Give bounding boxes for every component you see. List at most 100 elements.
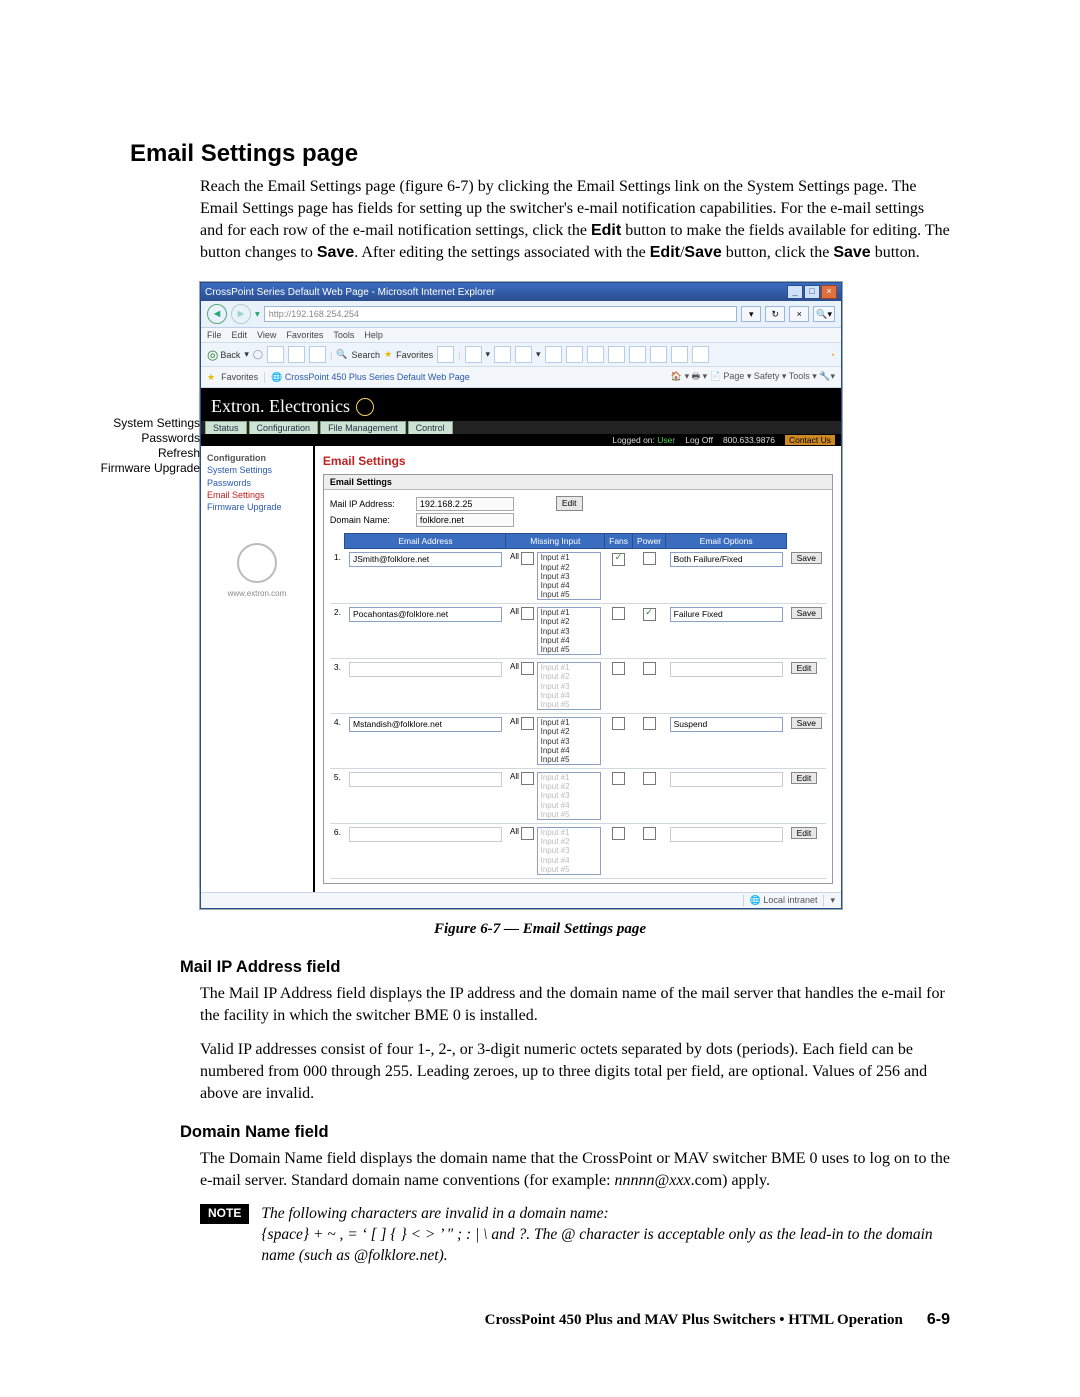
sidebar-item-system-settings[interactable]: System Settings	[207, 464, 307, 476]
email-options-select[interactable]	[670, 827, 783, 842]
intro-paragraph: Reach the Email Settings page (figure 6-…	[200, 176, 950, 264]
refresh-icon[interactable]: ↻	[765, 306, 785, 322]
stop-icon[interactable]: ×	[789, 306, 809, 322]
email-options-select[interactable]: Failure Fixed	[670, 607, 783, 622]
address-bar[interactable]: http://192.168.254.254	[264, 306, 737, 322]
toolbar[interactable]: ◎Back▾ ◯ | 🔍Search ★Favorites | ▾ ▾ ◔	[201, 343, 841, 367]
email-options-select[interactable]	[670, 662, 783, 677]
subhead-domain-name: Domain Name field	[180, 1123, 950, 1142]
home-icon[interactable]	[309, 346, 326, 363]
subhead-mail-ip: Mail IP Address field	[180, 958, 950, 977]
power-checkbox[interactable]	[643, 717, 656, 730]
window-titlebar: CrossPoint Series Default Web Page - Mic…	[201, 283, 841, 301]
fans-checkbox[interactable]	[612, 772, 625, 785]
email-options-select[interactable]: Both Failure/Fixed	[670, 552, 783, 567]
email-options-select[interactable]	[670, 772, 783, 787]
page-tools[interactable]: 🏠 ▾ 🖶 ▾ 📄 Page ▾ Safety ▾ Tools ▾ 🔧▾	[671, 369, 835, 385]
domain-name-field[interactable]: folklore.net	[416, 513, 514, 527]
all-checkbox[interactable]	[521, 717, 534, 730]
save-button[interactable]: Save	[791, 552, 822, 564]
refresh-icon[interactable]	[288, 346, 305, 363]
email-input[interactable]: JSmith@folklore.net	[349, 552, 502, 567]
maximize-icon[interactable]: □	[804, 285, 820, 299]
mail-ip-p2: Valid IP addresses consist of four 1-, 2…	[200, 1039, 950, 1105]
app-tabs[interactable]: Status Configuration File Management Con…	[201, 421, 841, 434]
favorites-bar[interactable]: ★ Favorites 🌐 CrossPoint 450 Plus Series…	[201, 367, 841, 388]
forward-icon[interactable]: ►	[231, 304, 251, 324]
email-input[interactable]: Mstandish@folklore.net	[349, 717, 502, 732]
power-checkbox[interactable]	[643, 662, 656, 675]
favorites-button[interactable]: Favorites	[396, 350, 433, 360]
row-number: 1.	[330, 549, 345, 604]
email-input[interactable]: Pocahontas@folklore.net	[349, 607, 502, 622]
back-button[interactable]: Back	[220, 350, 240, 360]
email-input[interactable]	[349, 827, 502, 842]
close-icon[interactable]: ×	[821, 285, 837, 299]
save-button[interactable]: Save	[791, 607, 822, 619]
missing-input-list[interactable]: Input #1Input #2Input #3Input #4Input #5	[537, 552, 601, 600]
logoff-link[interactable]: Log Off	[685, 435, 713, 445]
power-checkbox[interactable]	[643, 772, 656, 785]
contact-us-link[interactable]: Contact Us	[785, 435, 835, 445]
figure-email-settings: System Settings Passwords Refresh Firmwa…	[90, 282, 850, 909]
stop-icon[interactable]	[267, 346, 284, 363]
edit-button[interactable]: Edit	[791, 772, 818, 784]
missing-input-list[interactable]: Input #1Input #2Input #3Input #4Input #5	[537, 607, 601, 655]
email-input[interactable]	[349, 772, 502, 787]
all-checkbox[interactable]	[521, 662, 534, 675]
sidebar-item-email-settings[interactable]: Email Settings	[207, 489, 307, 501]
sidebar-item-passwords[interactable]: Passwords	[207, 477, 307, 489]
edit-button[interactable]: Edit	[791, 827, 818, 839]
edit-button[interactable]: Edit	[556, 496, 583, 511]
row-number: 3.	[330, 659, 345, 714]
nav-row: ◄ ► ▾ http://192.168.254.254 ▾ ↻ × 🔍▾	[201, 301, 841, 328]
all-checkbox[interactable]	[521, 607, 534, 620]
edit-button[interactable]: Edit	[791, 662, 818, 674]
all-checkbox[interactable]	[521, 772, 534, 785]
dropdown-icon[interactable]: ▾	[255, 309, 260, 320]
fans-checkbox[interactable]	[612, 717, 625, 730]
power-checkbox[interactable]	[643, 552, 656, 565]
mail-ip-p1: The Mail IP Address field displays the I…	[200, 983, 950, 1027]
row-number: 5.	[330, 769, 345, 824]
all-checkbox[interactable]	[521, 552, 534, 565]
email-options-select[interactable]: Suspend	[670, 717, 783, 732]
missing-input-list[interactable]: Input #1Input #2Input #3Input #4Input #5	[537, 717, 601, 765]
minimize-icon[interactable]: _	[787, 285, 803, 299]
power-checkbox[interactable]	[643, 827, 656, 840]
window-controls[interactable]: _□×	[786, 285, 837, 299]
sidebar-group: Configuration	[207, 452, 307, 464]
tab-status[interactable]: Status	[205, 421, 247, 434]
favorite-link[interactable]: 🌐 CrossPoint 450 Plus Series Default Web…	[264, 372, 470, 383]
figure-caption: Figure 6-7 — Email Settings page	[130, 921, 950, 938]
fans-checkbox[interactable]	[612, 827, 625, 840]
email-input[interactable]	[349, 662, 502, 677]
row-number: 6.	[330, 824, 345, 879]
page-number: 6-9	[927, 1311, 950, 1329]
menu-bar[interactable]: FileEditViewFavoritesToolsHelp	[201, 328, 841, 343]
sidebar-logo: www.extron.com	[207, 543, 307, 598]
save-button[interactable]: Save	[791, 717, 822, 729]
browser-window: CrossPoint Series Default Web Page - Mic…	[200, 282, 842, 909]
go-button[interactable]: ▾	[741, 306, 761, 322]
tab-control[interactable]: Control	[408, 421, 453, 434]
all-checkbox[interactable]	[521, 827, 534, 840]
search-icon[interactable]: 🔍▾	[813, 306, 835, 322]
star-icon[interactable]: ★	[207, 372, 215, 383]
app-header: Extron. Electronics	[201, 388, 841, 421]
fans-checkbox[interactable]	[612, 553, 625, 566]
missing-input-list[interactable]: Input #1Input #2Input #3Input #4Input #5	[537, 827, 601, 875]
back-icon[interactable]: ◄	[207, 304, 227, 324]
tab-file-management[interactable]: File Management	[320, 421, 406, 434]
sidebar-item-firmware-upgrade[interactable]: Firmware Upgrade	[207, 501, 307, 513]
row-number: 4.	[330, 714, 345, 769]
missing-input-list[interactable]: Input #1Input #2Input #3Input #4Input #5	[537, 772, 601, 820]
mail-ip-field[interactable]: 192.168.2.25	[416, 497, 514, 511]
tab-configuration[interactable]: Configuration	[249, 421, 319, 434]
power-checkbox[interactable]	[643, 608, 656, 621]
missing-input-list[interactable]: Input #1Input #2Input #3Input #4Input #5	[537, 662, 601, 710]
search-button[interactable]: Search	[352, 350, 381, 360]
fans-checkbox[interactable]	[612, 662, 625, 675]
fans-checkbox[interactable]	[612, 607, 625, 620]
panel-title: Email Settings	[323, 454, 833, 468]
